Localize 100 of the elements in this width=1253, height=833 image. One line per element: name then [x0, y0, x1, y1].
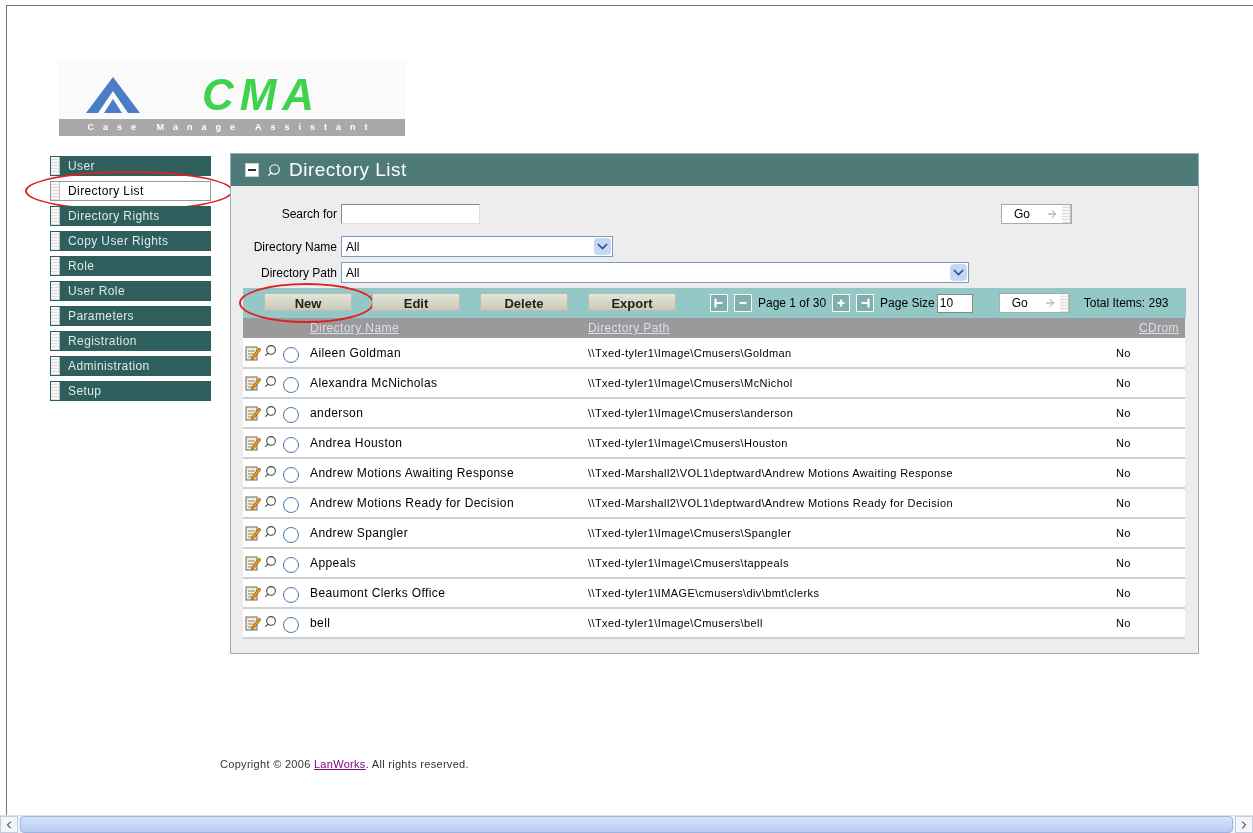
search-icon	[267, 163, 281, 177]
grip-icon	[51, 357, 60, 375]
filter-label: Directory Path	[259, 264, 338, 282]
search-icon[interactable]	[264, 584, 277, 598]
search-icon[interactable]	[264, 374, 277, 388]
lanworks-link[interactable]: LanWorks	[313, 758, 366, 770]
filter-label: Directory Name	[252, 238, 338, 256]
sidebar-item[interactable]: Parameters	[50, 306, 211, 326]
table-cell: Appeals	[310, 556, 357, 570]
grip-icon	[51, 282, 60, 300]
edit-note-icon	[245, 495, 261, 511]
grip-icon	[51, 182, 60, 200]
table-cell: \\Txed-Marshall2\VOL1\deptward\Andrew Motions Ready for Decision	[588, 497, 953, 509]
page-indicator: Page 1 of 30	[758, 295, 827, 312]
table-cell: No	[1116, 407, 1131, 419]
toolbar-button[interactable]: Export	[588, 293, 676, 311]
table-cell: \\Txed-tyler1\Image\Cmusers\Spangler	[588, 527, 792, 539]
table-cell: No	[1116, 557, 1131, 569]
filter-dropdown[interactable]: All	[341, 236, 613, 257]
next-page-button[interactable]	[832, 294, 851, 312]
search-icon[interactable]	[264, 614, 277, 628]
search-field[interactable]	[341, 204, 480, 224]
edit-note-icon	[245, 585, 261, 601]
search-label: Search for	[280, 206, 338, 223]
filter-dropdown[interactable]: All	[341, 262, 969, 283]
logo-subtitle: Case Manage Assistant	[59, 119, 405, 136]
table-cell: \\Txed-tyler1\IMAGE\cmusers\div\bmt\clerks	[588, 587, 820, 599]
go-button[interactable]: Go	[1001, 204, 1072, 224]
sidebar-item[interactable]: User	[50, 156, 211, 176]
grip-icon	[51, 232, 60, 250]
table-cell: \\Txed-tyler1\Image\Cmusers\Houston	[588, 437, 788, 449]
row-radio[interactable]	[283, 497, 299, 513]
search-icon[interactable]	[264, 554, 277, 568]
row-radio[interactable]	[283, 346, 299, 363]
sidebar-item[interactable]: Registration	[50, 331, 211, 351]
toolbar-button[interactable]: New	[264, 293, 352, 311]
grip-icon	[51, 382, 60, 400]
search-icon[interactable]	[264, 434, 277, 448]
sidebar-item[interactable]: Administration	[50, 356, 211, 376]
total-items: Total Items: 293	[1083, 295, 1169, 312]
page-size-label: Page Size	[880, 295, 935, 312]
row-radio[interactable]	[283, 437, 299, 453]
table-cell: \\Txed-Marshall2\VOL1\deptward\Andrew Motions Awaiting Response	[588, 467, 953, 479]
sidebar-item[interactable]: Setup	[50, 381, 211, 401]
previous-page-button[interactable]	[734, 294, 752, 312]
search-icon[interactable]	[264, 404, 277, 418]
table-cell: Beaumont Clerks Office	[310, 586, 446, 600]
table-cell: No	[1116, 587, 1131, 599]
search-icon[interactable]	[264, 494, 277, 508]
arrow-icon	[1043, 297, 1056, 309]
arrow-icon	[1046, 208, 1058, 220]
table-cell: No	[1116, 617, 1131, 629]
sidebar-item[interactable]: Role	[50, 256, 211, 276]
table-cell: Aileen Goldman	[310, 345, 401, 360]
scroll-right-button[interactable]	[1235, 816, 1253, 833]
table-cell: \\Txed-tyler1\Image\Cmusers\Goldman	[588, 346, 792, 359]
row-radio[interactable]	[283, 617, 299, 633]
row-radio[interactable]	[283, 467, 299, 483]
last-page-button[interactable]	[856, 294, 875, 312]
grip-icon	[51, 157, 60, 175]
sidebar-item[interactable]: Copy User Rights	[50, 231, 211, 251]
row-radio[interactable]	[283, 377, 299, 393]
table-cell: No	[1116, 497, 1131, 509]
copyright-text: Copyright © 2006 LanWorks. All rights reserved.	[220, 757, 469, 772]
table-cell: No	[1116, 346, 1131, 359]
search-icon[interactable]	[264, 344, 277, 357]
row-radio[interactable]	[283, 527, 299, 543]
toolbar-button[interactable]: Delete	[480, 293, 568, 311]
edit-note-icon	[245, 375, 261, 391]
edit-note-icon	[245, 465, 261, 481]
row-radio[interactable]	[283, 587, 299, 603]
table-cell: Andrew Spangler	[310, 526, 409, 540]
search-icon[interactable]	[264, 464, 277, 478]
grip-icon	[1059, 294, 1069, 312]
row-radio[interactable]	[283, 407, 299, 423]
table-cell: \\Txed-tyler1\Image\Cmusers\bell	[588, 617, 763, 629]
table-cell: No	[1116, 467, 1131, 479]
table-cell: Andrew Motions Ready for Decision	[310, 496, 514, 510]
table-cell: bell	[310, 616, 331, 630]
edit-note-icon	[245, 405, 261, 421]
collapse-icon[interactable]	[245, 163, 259, 177]
search-icon[interactable]	[264, 524, 277, 538]
table-cell: Andrea Houston	[310, 436, 403, 450]
table-cell: anderson	[310, 406, 364, 420]
sidebar-item[interactable]: Directory List	[50, 181, 211, 201]
grip-icon	[1062, 205, 1071, 223]
toolbar-button[interactable]: Edit	[372, 293, 460, 311]
table-cell: No	[1116, 437, 1131, 449]
go-button[interactable]: Go	[998, 293, 1070, 313]
table-cell: \\Txed-tyler1\Image\Cmusers\McNichol	[588, 377, 793, 389]
first-icon	[712, 296, 726, 310]
page-size-field[interactable]: 10	[936, 293, 973, 313]
table-cell: No	[1116, 527, 1131, 539]
first-page-button[interactable]	[710, 294, 728, 312]
scroll-left-button[interactable]	[0, 816, 18, 833]
sidebar-item[interactable]: User Role	[50, 281, 211, 301]
grip-icon	[51, 257, 60, 275]
row-radio[interactable]	[283, 557, 299, 573]
table-cell: Andrew Motions Awaiting Response	[310, 466, 515, 480]
sidebar-item[interactable]: Directory Rights	[50, 206, 211, 226]
